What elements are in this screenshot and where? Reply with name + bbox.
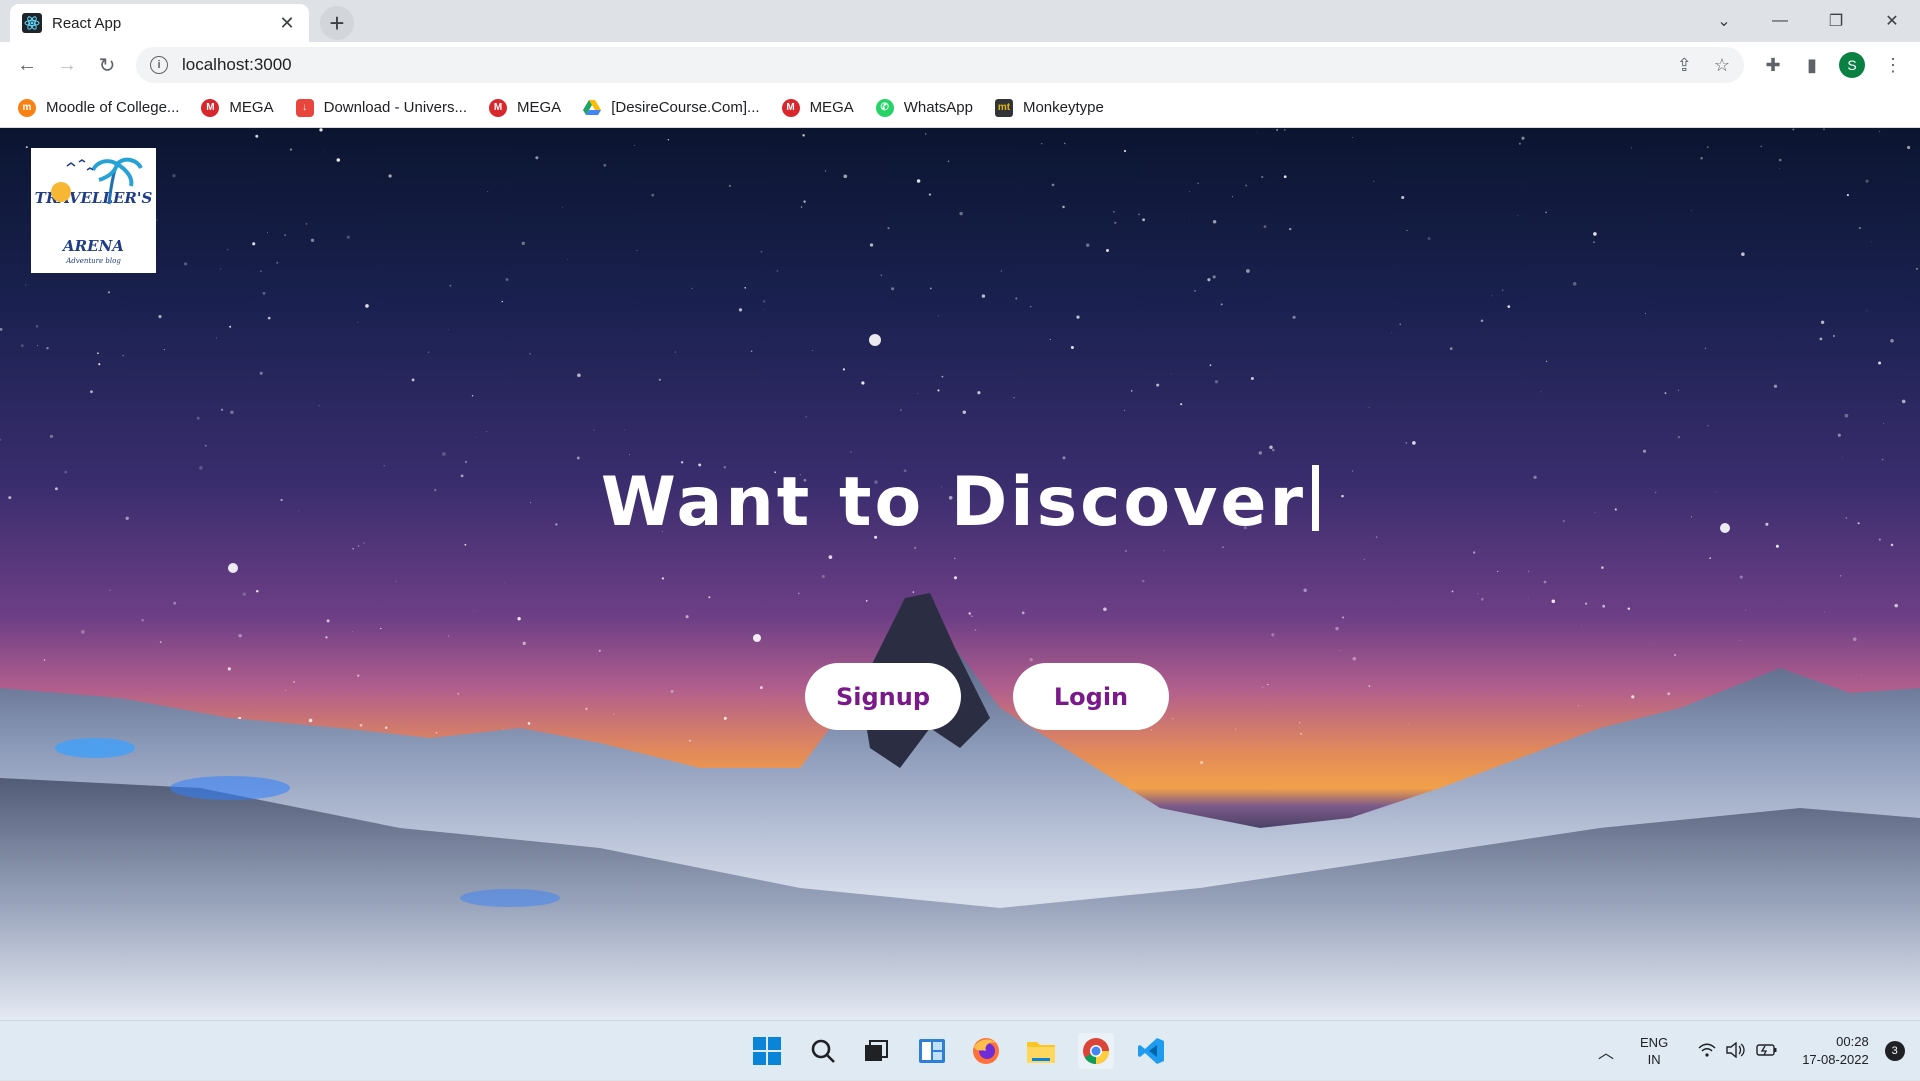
vscode-icon[interactable] — [1133, 1033, 1169, 1069]
tab-search-icon[interactable]: ⌄ — [1696, 0, 1752, 42]
system-tray: ︿ ENG IN 00:28 17-08-2022 3 — [1598, 1021, 1905, 1081]
headline-text: Want to Discover — [600, 463, 1307, 542]
typing-caret — [1312, 465, 1320, 531]
url-text[interactable]: localhost:3000 — [182, 55, 1655, 75]
mountain-background — [0, 593, 1920, 1020]
bookmark-item[interactable]: ↓ Download - Univers... — [295, 98, 467, 117]
site-info-icon[interactable]: i — [150, 56, 168, 74]
widgets-icon[interactable] — [914, 1033, 950, 1069]
bookmark-label: Download - Univers... — [323, 99, 467, 116]
palm-tree-icon — [51, 157, 143, 205]
chrome-icon[interactable] — [1078, 1033, 1114, 1069]
site-logo[interactable]: TRAVELLER'S ARENA Adventure blog — [31, 148, 156, 273]
mega-icon: M — [781, 98, 800, 117]
bookmark-label: Monkeytype — [1022, 99, 1104, 116]
new-tab-button[interactable]: + — [320, 6, 354, 40]
bookmark-item[interactable]: M MEGA — [489, 98, 562, 117]
bookmark-item[interactable]: M MEGA — [781, 98, 854, 117]
menu-icon[interactable]: ⋮ — [1878, 50, 1908, 80]
react-icon — [22, 13, 42, 33]
download-icon: ↓ — [295, 98, 314, 117]
mega-icon: M — [201, 98, 220, 117]
bookmark-item[interactable]: [DesireCourse.Com]... — [583, 99, 760, 117]
forward-icon[interactable]: → — [52, 50, 82, 80]
mega-icon: M — [489, 98, 507, 117]
file-explorer-icon[interactable] — [1023, 1033, 1059, 1069]
tab-react-app[interactable]: React App ✕ — [10, 4, 309, 42]
reload-icon[interactable]: ↻ — [92, 50, 122, 80]
profile-avatar[interactable]: S — [1839, 52, 1865, 78]
clock-time: 00:28 — [1836, 1034, 1869, 1049]
bookmark-star-icon[interactable]: ☆ — [1714, 55, 1730, 76]
bookmark-item[interactable]: M MEGA — [201, 98, 274, 117]
monkeytype-icon: mt — [994, 98, 1013, 117]
bookmark-item[interactable]: mt Monkeytype — [994, 98, 1104, 117]
bookmarks-bar: m Moodle of College... M MEGA ↓ Download - … — [0, 88, 1920, 128]
battery-icon[interactable] — [1756, 1043, 1778, 1060]
windows-taskbar: ︿ ENG IN 00:28 17-08-2022 3 — [0, 1020, 1920, 1080]
language-indicator[interactable]: ENG IN — [1640, 1034, 1668, 1068]
browser-tabstrip: React App ✕ + ⌄ — ❐ ✕ — [0, 0, 1920, 42]
bookmark-label: Moodle of College... — [46, 99, 180, 116]
bookmark-label: MEGA — [809, 99, 854, 116]
clock[interactable]: 00:28 17-08-2022 — [1802, 1033, 1869, 1069]
browser-toolbar: ← → ↻ i localhost:3000 ⇪ ☆ ✚ ▮ S ⋮ — [0, 42, 1920, 88]
whatsapp-icon: ✆ — [875, 98, 894, 117]
hero-headline: Want to Discover — [0, 463, 1920, 542]
notification-badge[interactable]: 3 — [1884, 1041, 1905, 1061]
windows-start-icon[interactable] — [749, 1033, 785, 1069]
side-panel-icon[interactable]: ▮ — [1797, 50, 1827, 80]
extensions-icon[interactable]: ✚ — [1758, 50, 1788, 80]
search-icon[interactable] — [805, 1033, 841, 1069]
bookmark-label: MEGA — [229, 99, 274, 116]
logo-title-line2: ARENA — [63, 236, 124, 255]
moodle-icon: m — [18, 98, 36, 117]
google-drive-icon — [583, 99, 602, 117]
bookmark-label: WhatsApp — [903, 99, 973, 116]
bookmark-label: MEGA — [517, 99, 562, 116]
tab-title: React App — [52, 14, 122, 32]
address-bar[interactable]: i localhost:3000 ⇪ ☆ — [136, 47, 1744, 83]
back-icon[interactable]: ← — [12, 50, 42, 80]
logo-tagline: Adventure blog — [66, 256, 121, 265]
tab-close-icon[interactable]: ✕ — [277, 13, 297, 34]
wifi-icon[interactable] — [1698, 1043, 1716, 1060]
restore-icon[interactable]: ❐ — [1808, 0, 1864, 42]
task-view-icon[interactable] — [858, 1033, 894, 1069]
region-code: IN — [1647, 1052, 1661, 1067]
share-icon[interactable]: ⇪ — [1677, 55, 1692, 76]
volume-icon[interactable] — [1726, 1041, 1746, 1061]
clock-date: 17-08-2022 — [1802, 1052, 1869, 1067]
bookmark-item[interactable]: ✆ WhatsApp — [875, 98, 973, 117]
bookmark-item[interactable]: m Moodle of College... — [18, 98, 180, 117]
page-viewport: TRAVELLER'S ARENA Adventure blog Want to… — [0, 128, 1920, 1020]
login-button[interactable]: Login — [1013, 663, 1169, 730]
close-window-icon[interactable]: ✕ — [1864, 0, 1920, 42]
chevron-up-icon[interactable]: ︿ — [1598, 1039, 1614, 1063]
firefox-icon[interactable] — [968, 1033, 1004, 1069]
bookmark-label: [DesireCourse.Com]... — [611, 99, 760, 116]
window-controls: ⌄ — ❐ ✕ — [1696, 0, 1920, 42]
minimize-icon[interactable]: — — [1752, 0, 1808, 42]
signup-button[interactable]: Signup — [805, 663, 961, 730]
language-code: ENG — [1640, 1035, 1669, 1050]
